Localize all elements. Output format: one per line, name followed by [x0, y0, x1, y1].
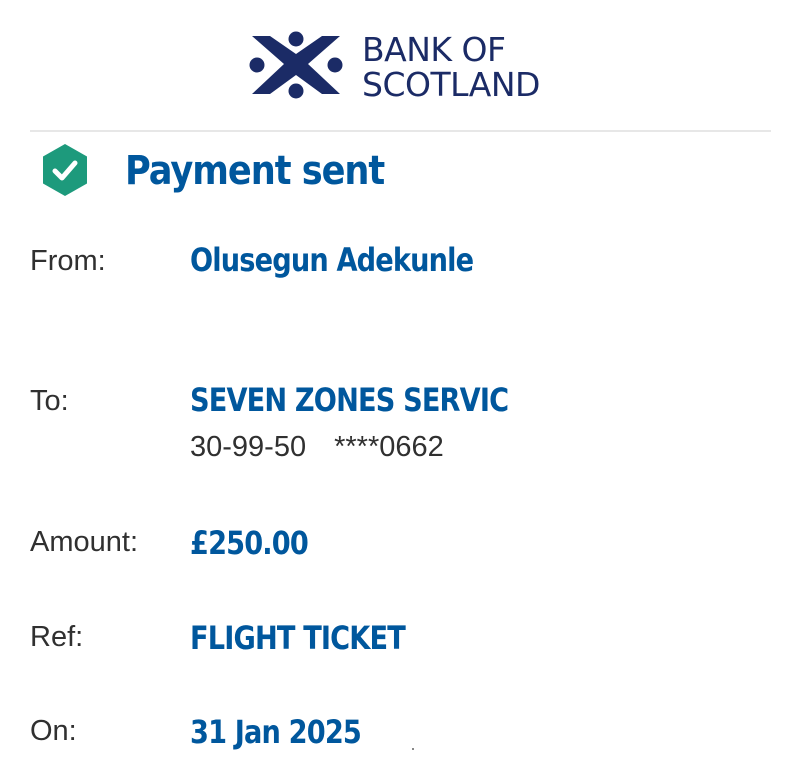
bank-logo: BANK OF SCOTLAND	[248, 28, 558, 104]
to-label: To:	[30, 385, 69, 417]
saltire-cross-icon	[249, 31, 343, 99]
ref-value: FLIGHT TICKET	[190, 619, 406, 657]
to-value: SEVEN ZONES SERVIC	[190, 381, 509, 419]
bank-name: BANK OF SCOTLAND	[362, 32, 540, 102]
speck	[412, 748, 414, 750]
from-label: From:	[30, 245, 106, 277]
account-number: ****0662	[334, 431, 444, 463]
payee-account-details: 30-99-50 ****0662	[190, 430, 444, 464]
amount-value: £250.00	[190, 524, 309, 562]
bank-name-line-1: BANK OF	[362, 30, 506, 69]
page-title: Payment sent	[125, 148, 385, 194]
amount-label: Amount:	[30, 526, 138, 558]
date-value: 31 Jan 2025	[190, 713, 362, 751]
date-label: On:	[30, 715, 77, 747]
check-hexagon-icon	[43, 144, 87, 196]
sort-code: 30-99-50	[190, 431, 307, 463]
header-divider	[30, 130, 771, 132]
ref-label: Ref:	[30, 621, 84, 653]
from-value: Olusegun Adekunle	[190, 241, 474, 279]
bank-name-line-2: SCOTLAND	[362, 65, 540, 104]
